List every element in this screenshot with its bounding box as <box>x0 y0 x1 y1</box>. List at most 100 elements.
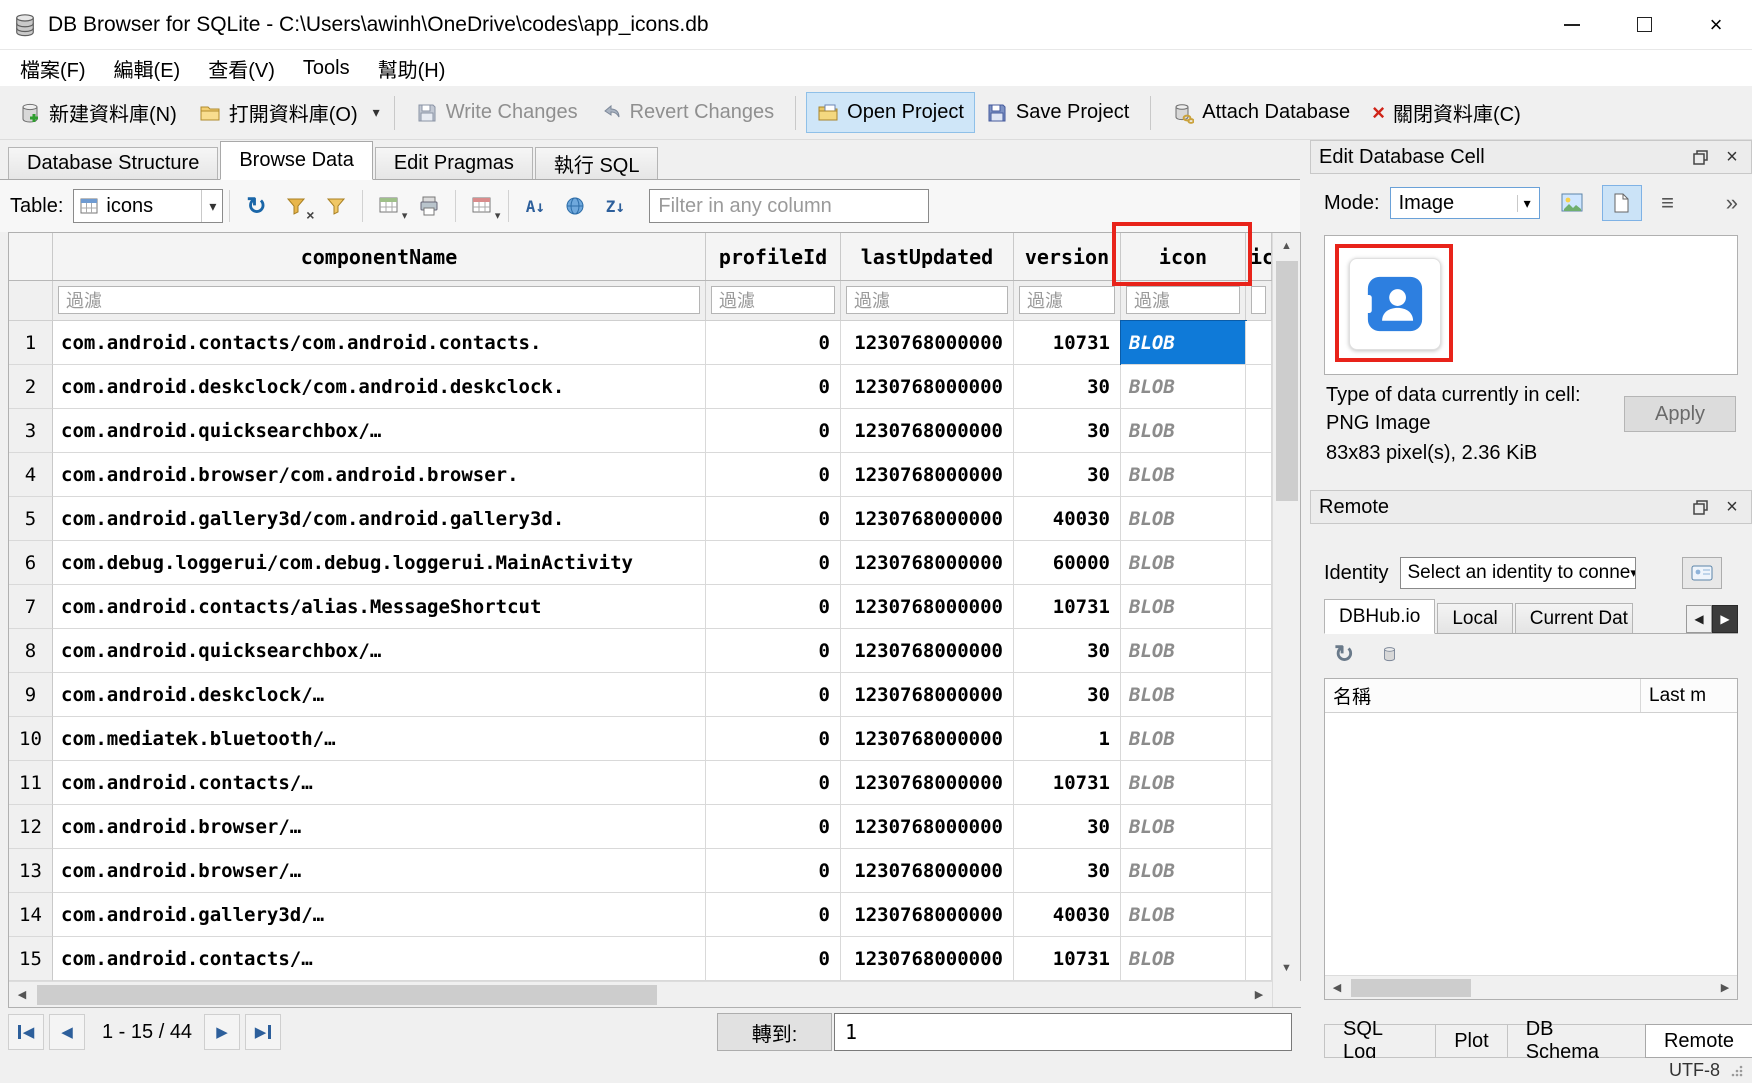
filter-version[interactable]: 過濾 <box>1019 286 1115 314</box>
maximize-button[interactable] <box>1608 0 1680 49</box>
row-number[interactable]: 6 <box>9 541 53 585</box>
float-panel-button[interactable] <box>1689 496 1711 518</box>
cell-icon-blob[interactable]: BLOB <box>1121 849 1246 893</box>
cell-profileId[interactable]: 0 <box>706 365 841 409</box>
cell-profileId[interactable]: 0 <box>706 673 841 717</box>
row-number[interactable]: 14 <box>9 893 53 937</box>
cell-partial[interactable] <box>1246 365 1272 409</box>
cell-version[interactable]: 30 <box>1014 365 1121 409</box>
remote-scroll-thumb[interactable] <box>1351 979 1471 997</box>
column-header-icon[interactable]: icon <box>1121 233 1246 280</box>
cell-componentName[interactable]: com.mediatek.bluetooth/… <box>53 717 706 761</box>
cell-version[interactable]: 10731 <box>1014 761 1121 805</box>
close-panel-button[interactable]: × <box>1721 146 1743 168</box>
cell-componentName[interactable]: com.android.deskclock/… <box>53 673 706 717</box>
cell-version[interactable]: 10731 <box>1014 585 1121 629</box>
cell-icon-blob[interactable]: BLOB <box>1121 409 1246 453</box>
cell-partial[interactable] <box>1246 321 1272 365</box>
cell-componentName[interactable]: com.android.quicksearchbox/… <box>53 629 706 673</box>
goto-record-input[interactable] <box>834 1013 1292 1051</box>
text-view-button[interactable]: ≡ <box>1648 185 1688 221</box>
cell-partial[interactable] <box>1246 497 1272 541</box>
cell-icon-blob[interactable]: BLOB <box>1121 937 1246 981</box>
vertical-scrollbar[interactable]: ▲ ▼ <box>1272 233 1300 1007</box>
tab-database-structure[interactable]: Database Structure <box>8 147 218 179</box>
row-number[interactable]: 5 <box>9 497 53 541</box>
cell-partial[interactable] <box>1246 761 1272 805</box>
cell-profileId[interactable]: 0 <box>706 849 841 893</box>
cell-icon-blob[interactable]: BLOB <box>1121 497 1246 541</box>
tab-browse-data[interactable]: Browse Data <box>220 141 373 180</box>
last-record-button[interactable]: ▶ <box>245 1014 281 1050</box>
cell-componentName[interactable]: com.android.contacts/alias.MessageShortc… <box>53 585 706 629</box>
scroll-right-icon[interactable]: ▶ <box>1713 976 1737 999</box>
clear-filters-button[interactable]: × <box>276 187 316 225</box>
cell-lastUpdated[interactable]: 1230768000000 <box>841 893 1014 937</box>
cell-profileId[interactable]: 0 <box>706 937 841 981</box>
scroll-right-icon[interactable]: ▶ <box>1246 982 1272 1007</box>
scroll-down-icon[interactable]: ▼ <box>1273 955 1300 981</box>
encoding-label[interactable]: UTF-8 <box>1669 1060 1720 1081</box>
cell-partial[interactable] <box>1246 805 1272 849</box>
tab-dbhub[interactable]: DBHub.io <box>1324 599 1435 634</box>
sort-descending-button[interactable]: Z↓ <box>595 187 635 225</box>
row-number[interactable]: 13 <box>9 849 53 893</box>
cell-version[interactable]: 60000 <box>1014 541 1121 585</box>
cell-profileId[interactable]: 0 <box>706 409 841 453</box>
cell-version[interactable]: 1 <box>1014 717 1121 761</box>
cell-icon-blob[interactable]: BLOB <box>1121 365 1246 409</box>
cell-version[interactable]: 30 <box>1014 453 1121 497</box>
cell-icon-blob[interactable]: BLOB <box>1121 453 1246 497</box>
cell-componentName[interactable]: com.android.browser/com.android.browser. <box>53 453 706 497</box>
cell-version[interactable]: 40030 <box>1014 497 1121 541</box>
menu-file[interactable]: 檔案(F) <box>6 50 100 87</box>
cell-componentName[interactable]: com.android.contacts/… <box>53 761 706 805</box>
cell-lastUpdated[interactable]: 1230768000000 <box>841 849 1014 893</box>
minimize-button[interactable] <box>1536 0 1608 49</box>
tab-local[interactable]: Local <box>1437 603 1512 633</box>
cell-version[interactable]: 40030 <box>1014 893 1121 937</box>
identity-select[interactable]: Select an identity to conne ▾ <box>1400 557 1636 589</box>
cell-partial[interactable] <box>1246 937 1272 981</box>
print-button[interactable] <box>409 187 449 225</box>
tab-edit-pragmas[interactable]: Edit Pragmas <box>375 147 533 179</box>
column-header-partial[interactable]: ic <box>1246 233 1272 280</box>
cell-profileId[interactable]: 0 <box>706 629 841 673</box>
cell-icon-blob[interactable]: BLOB <box>1121 761 1246 805</box>
filter-partial[interactable] <box>1251 286 1266 314</box>
cell-lastUpdated[interactable]: 1230768000000 <box>841 717 1014 761</box>
goto-button[interactable]: 轉到: <box>717 1013 832 1051</box>
row-number[interactable]: 2 <box>9 365 53 409</box>
apply-button[interactable]: Apply <box>1624 396 1736 432</box>
remote-horizontal-scrollbar[interactable]: ◀ ▶ <box>1325 975 1737 999</box>
import-data-button[interactable] <box>1552 185 1592 221</box>
cell-componentName[interactable]: com.android.browser/… <box>53 805 706 849</box>
column-header-componentName[interactable]: componentName <box>53 233 706 280</box>
encoding-button[interactable] <box>555 187 595 225</box>
cell-version[interactable]: 10731 <box>1014 321 1121 365</box>
delete-record-button[interactable]: ▾ <box>462 187 502 225</box>
cell-partial[interactable] <box>1246 585 1272 629</box>
tab-scroll-left-button[interactable]: ◀ <box>1686 605 1712 633</box>
previous-record-button[interactable]: ◀ <box>49 1014 85 1050</box>
menu-tools[interactable]: Tools <box>289 53 364 84</box>
table-select[interactable]: icons ▾ <box>73 189 223 223</box>
tab-plot[interactable]: Plot <box>1435 1024 1507 1058</box>
cell-partial[interactable] <box>1246 717 1272 761</box>
float-panel-button[interactable] <box>1689 146 1711 168</box>
cell-lastUpdated[interactable]: 1230768000000 <box>841 497 1014 541</box>
refresh-button[interactable]: ↻ <box>236 187 276 225</box>
cell-partial[interactable] <box>1246 893 1272 937</box>
cell-version[interactable]: 30 <box>1014 805 1121 849</box>
scroll-left-icon[interactable]: ◀ <box>1325 976 1349 999</box>
column-header-version[interactable]: version <box>1014 233 1121 280</box>
cell-profileId[interactable]: 0 <box>706 717 841 761</box>
cell-lastUpdated[interactable]: 1230768000000 <box>841 937 1014 981</box>
cell-icon-blob[interactable]: BLOB <box>1121 321 1246 365</box>
cell-componentName[interactable]: com.android.deskclock/com.android.deskcl… <box>53 365 706 409</box>
cell-lastUpdated[interactable]: 1230768000000 <box>841 453 1014 497</box>
first-record-button[interactable]: ◀ <box>8 1014 44 1050</box>
cell-lastUpdated[interactable]: 1230768000000 <box>841 409 1014 453</box>
cell-lastUpdated[interactable]: 1230768000000 <box>841 365 1014 409</box>
row-number[interactable]: 7 <box>9 585 53 629</box>
